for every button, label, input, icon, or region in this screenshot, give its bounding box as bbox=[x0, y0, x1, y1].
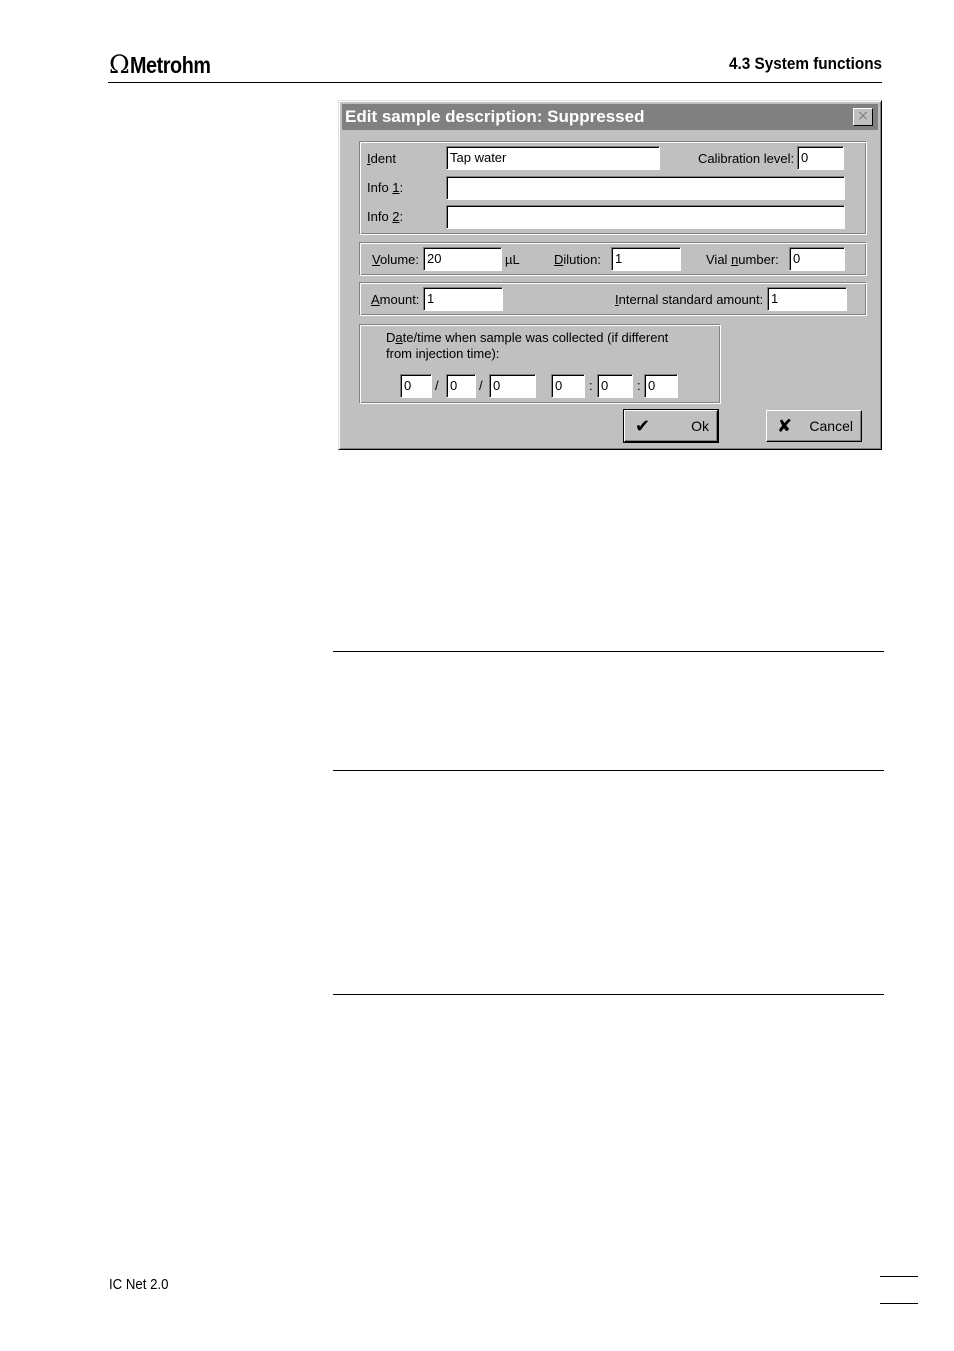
info1-input[interactable] bbox=[446, 176, 845, 200]
volume-label: Volume: bbox=[372, 252, 419, 267]
vial-number-input[interactable]: 0 bbox=[789, 247, 845, 271]
brand-name: Metrohm bbox=[129, 52, 211, 78]
datetime-caption-line1: Date/time when sample was collected (if … bbox=[386, 330, 669, 345]
section-title: 4.3 System functions bbox=[728, 54, 882, 73]
footer-rule bbox=[880, 1303, 918, 1304]
dilution-label: Dilution: bbox=[554, 252, 601, 267]
amount-label: Amount: bbox=[371, 292, 420, 307]
date-separator: / bbox=[479, 378, 483, 393]
time-hour-input[interactable]: 0 bbox=[551, 374, 585, 398]
omega-logo-icon: Ω bbox=[109, 50, 130, 79]
time-second-input[interactable]: 0 bbox=[644, 374, 678, 398]
dialog-titlebar: Edit sample description: Suppressed × bbox=[342, 104, 878, 130]
edit-sample-description-dialog: Edit sample description: Suppressed × Id… bbox=[338, 100, 882, 450]
ok-button[interactable]: ✔ Ok bbox=[623, 409, 719, 443]
time-separator: : bbox=[589, 378, 593, 393]
info2-label: Info 2: bbox=[367, 209, 404, 224]
date-month-input[interactable]: 0 bbox=[400, 374, 432, 398]
volume-input[interactable]: 20 bbox=[423, 247, 502, 271]
datetime-caption-line2: from injection time): bbox=[386, 346, 500, 361]
footer-rule bbox=[880, 1276, 918, 1277]
date-year-input[interactable]: 0 bbox=[489, 374, 536, 398]
footer-product: IC Net 2.0 bbox=[109, 1276, 169, 1293]
cancel-button[interactable]: ✘ Cancel bbox=[766, 410, 862, 442]
dialog-title: Edit sample description: Suppressed bbox=[345, 107, 645, 126]
internal-standard-amount-label: Internal standard amount: bbox=[615, 292, 764, 307]
calibration-level-label: Calibration level: bbox=[698, 151, 795, 166]
cross-icon: ✘ bbox=[777, 416, 793, 437]
close-icon[interactable]: × bbox=[853, 108, 873, 126]
ok-button-label: Ok bbox=[691, 418, 709, 434]
time-separator: : bbox=[637, 378, 641, 393]
calibration-level-input[interactable]: 0 bbox=[797, 146, 844, 170]
date-day-input[interactable]: 0 bbox=[446, 374, 476, 398]
time-minute-input[interactable]: 0 bbox=[597, 374, 633, 398]
info2-input[interactable] bbox=[446, 205, 845, 229]
dilution-input[interactable]: 1 bbox=[611, 247, 681, 271]
section-rule bbox=[333, 994, 884, 995]
info1-label: Info 1: bbox=[367, 180, 404, 195]
date-separator: / bbox=[435, 378, 439, 393]
internal-standard-amount-input[interactable]: 1 bbox=[767, 287, 847, 311]
vial-number-label: Vial number: bbox=[706, 252, 779, 267]
ident-label: Ident bbox=[367, 151, 396, 166]
header-rule bbox=[108, 82, 882, 83]
check-icon: ✔ bbox=[635, 416, 651, 437]
volume-unit: µL bbox=[505, 252, 520, 267]
cancel-button-label: Cancel bbox=[809, 418, 853, 434]
section-rule bbox=[333, 651, 884, 652]
section-rule bbox=[333, 770, 884, 771]
metrohm-logo: Ω Metrohm bbox=[109, 51, 223, 79]
ident-input[interactable]: Tap water bbox=[446, 146, 660, 170]
amount-input[interactable]: 1 bbox=[423, 287, 503, 311]
